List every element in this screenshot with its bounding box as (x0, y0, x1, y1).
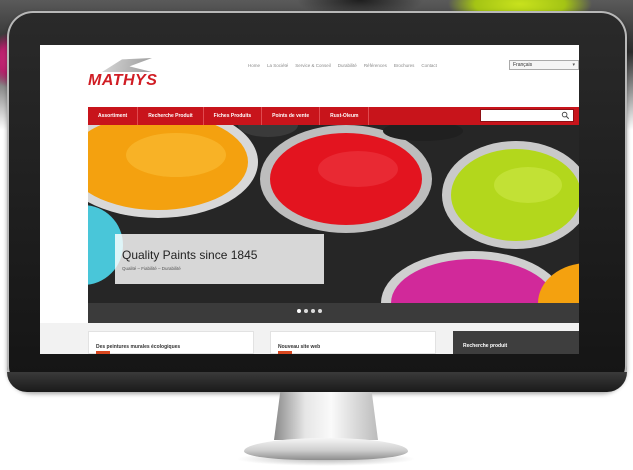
news-card-title: Nouveau site web (278, 344, 321, 350)
logo-text: MATHYS (88, 72, 158, 89)
monitor-stand-base (244, 438, 408, 460)
brand-logo[interactable]: MATHYS (88, 58, 160, 92)
top-nav: Home La Société Service & Conseil Durabi… (248, 63, 437, 68)
product-search-panel-title: Recherche produit (463, 343, 508, 349)
top-nav-item-brochures[interactable]: Brochures (394, 63, 415, 68)
logo-swoosh-icon (102, 58, 152, 72)
monitor-stand-neck (274, 392, 378, 440)
content-row: Des peintures murales écologiques Nouvea… (40, 323, 579, 354)
site-header: MATHYS Home La Société Service & Conseil… (40, 45, 579, 101)
news-card-accent (278, 351, 292, 354)
language-select[interactable]: Français ▾ (509, 60, 579, 70)
news-card-title: Des peintures murales écologiques (96, 344, 181, 350)
product-search-panel[interactable]: Recherche produit (453, 331, 579, 354)
main-nav-item-rust-oleum[interactable]: Rust-Oleum (320, 107, 370, 125)
main-nav-item-product-search[interactable]: Recherche Produit (138, 107, 204, 125)
top-nav-item-company[interactable]: La Société (267, 63, 288, 68)
monitor-screen: MATHYS Home La Société Service & Conseil… (40, 45, 579, 354)
hero-slider[interactable]: Quality Paints since 1845 Qualité – Fiab… (88, 125, 579, 303)
slider-dot-2[interactable] (304, 309, 308, 313)
top-nav-item-references[interactable]: Références (364, 63, 387, 68)
hero-caption: Quality Paints since 1845 Qualité – Fiab… (115, 234, 324, 284)
language-select-value: Français (513, 62, 533, 68)
top-nav-item-home[interactable]: Home (248, 63, 260, 68)
hero-title: Quality Paints since 1845 (122, 248, 258, 262)
news-card-eco-paints[interactable]: Des peintures murales écologiques (88, 331, 254, 354)
monitor-chin (7, 372, 627, 392)
slider-dot-4[interactable] (318, 309, 322, 313)
main-nav-item-stores[interactable]: Points de vente (262, 107, 321, 125)
hero-subtitle: Qualité – Fiabilité – Durabilité (122, 266, 181, 271)
main-nav-item-assortment[interactable]: Assortiment (88, 107, 139, 125)
news-card-accent (96, 351, 110, 354)
search-icon[interactable] (561, 111, 570, 120)
news-card-new-website[interactable]: Nouveau site web (270, 331, 436, 354)
search-input[interactable] (480, 109, 574, 122)
main-nav-item-product-sheets[interactable]: Fiches Produits (204, 107, 263, 125)
slider-pagination (40, 309, 579, 317)
top-nav-item-contact[interactable]: Contact (421, 63, 437, 68)
chevron-down-icon: ▾ (572, 62, 575, 68)
top-nav-item-service[interactable]: Service & Conseil (295, 63, 331, 68)
top-nav-item-sustainability[interactable]: Durabilité (338, 63, 357, 68)
slider-dot-3[interactable] (311, 309, 315, 313)
slider-dot-1[interactable] (297, 309, 301, 313)
